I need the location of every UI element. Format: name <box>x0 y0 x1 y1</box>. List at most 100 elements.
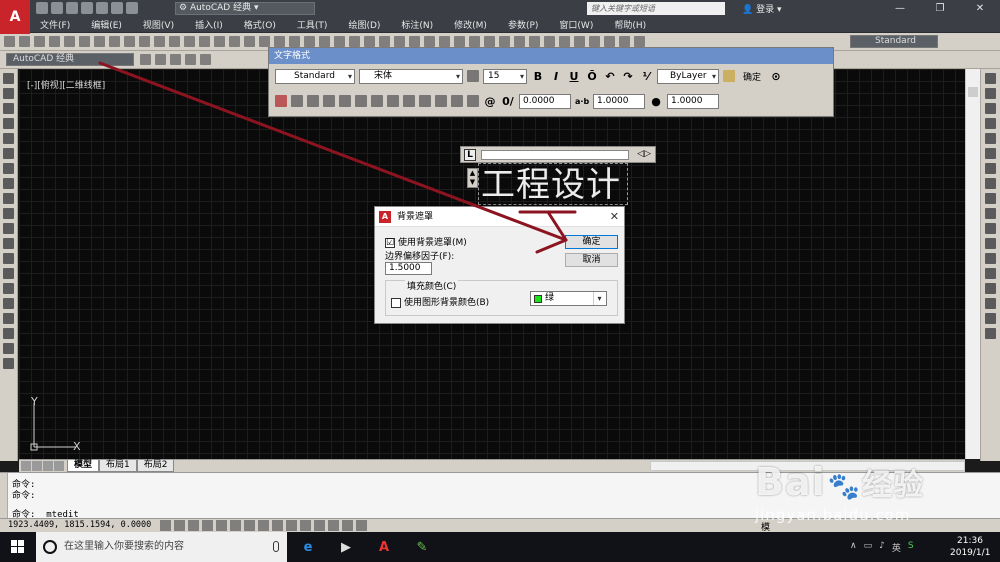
publish-icon[interactable] <box>79 36 90 47</box>
save-file-icon[interactable] <box>34 36 45 47</box>
network-icon[interactable]: ▭ <box>864 541 873 554</box>
undo-icon-2[interactable] <box>484 36 495 47</box>
options-icon[interactable]: ⊙ <box>769 70 783 83</box>
blend-icon[interactable] <box>985 313 996 324</box>
use-bg-color-checkbox[interactable]: 使用图形背景颜色(B) <box>391 295 489 308</box>
ime-icon[interactable]: 英 <box>892 541 901 554</box>
edge-icon[interactable]: e <box>296 537 320 557</box>
tray-expand-icon[interactable]: ∧ <box>850 541 857 554</box>
use-mask-check-icon[interactable]: ☑ <box>385 237 395 248</box>
copy-icon-2[interactable] <box>454 36 465 47</box>
design-center-icon-2[interactable] <box>574 36 585 47</box>
viewport-controls[interactable]: [-][俯视][二维线框] <box>27 78 105 91</box>
menu-edit[interactable]: 编辑(E) <box>91 18 122 31</box>
circle-icon[interactable] <box>3 163 14 174</box>
columns-icon[interactable] <box>275 95 287 107</box>
ok-button[interactable]: 确定 <box>565 235 618 249</box>
restore-icon[interactable]: ❐ <box>920 0 960 17</box>
copy-object-icon[interactable] <box>985 88 996 99</box>
region-icon[interactable] <box>3 313 14 324</box>
text-ok-button[interactable]: 确定 <box>739 70 765 83</box>
grid-icon[interactable] <box>188 520 199 531</box>
vertical-scroll-thumb[interactable] <box>968 87 978 97</box>
media-player-icon[interactable]: ▶ <box>334 537 358 557</box>
design-center-icon[interactable] <box>259 36 270 47</box>
redo-icon-2[interactable] <box>499 36 510 47</box>
trim-icon[interactable] <box>985 208 996 219</box>
ruler-bar[interactable] <box>481 150 629 160</box>
zoom-icon[interactable] <box>199 36 210 47</box>
ruler-resize-icon[interactable]: ◁▷ <box>637 149 651 159</box>
zoom-window-icon[interactable] <box>214 36 225 47</box>
save-file-icon-2[interactable] <box>379 36 390 47</box>
autocad-logo-icon[interactable]: A <box>0 0 30 34</box>
symbol-icon[interactable]: @ <box>483 95 497 108</box>
tracking-input[interactable]: 1.0000 <box>593 93 645 109</box>
markup-icon[interactable] <box>304 36 315 47</box>
text-style-select[interactable]: Standard <box>850 35 938 48</box>
revcloud-icon[interactable] <box>3 178 14 189</box>
mtext-editor[interactable]: 工程设计 <box>478 163 628 205</box>
menu-tools[interactable]: 工具(T) <box>297 18 328 31</box>
underline-button[interactable]: U <box>567 70 581 83</box>
match-icon[interactable] <box>139 36 150 47</box>
new-icon[interactable] <box>36 2 48 14</box>
uppercase-icon[interactable] <box>451 95 463 107</box>
line-icon[interactable] <box>3 73 14 84</box>
tab-layout2[interactable]: 布局2 <box>136 460 175 472</box>
point-icon[interactable] <box>3 268 14 279</box>
close-icon[interactable]: ✕ <box>960 0 1000 17</box>
text-color-combo[interactable]: ByLayer <box>657 68 719 84</box>
explode-icon[interactable] <box>985 328 996 339</box>
ducs-icon[interactable] <box>272 520 283 531</box>
break-point-icon[interactable] <box>985 238 996 249</box>
taskbar-clock[interactable]: 21:36 2019/1/1 <box>950 535 990 559</box>
login-button[interactable]: 👤 登录 ▾ <box>742 2 781 15</box>
properties-icon-2[interactable] <box>559 36 570 47</box>
extend-icon[interactable] <box>985 223 996 234</box>
align-right-icon[interactable] <box>355 95 367 107</box>
markup-icon-2[interactable] <box>619 36 630 47</box>
volume-icon[interactable]: ♪ <box>879 541 885 554</box>
undo-icon[interactable] <box>154 36 165 47</box>
use-bg-check-icon[interactable] <box>391 297 401 308</box>
properties-icon[interactable] <box>244 36 255 47</box>
dialog-title-bar[interactable]: A 背景遮罩 ✕ <box>375 207 624 227</box>
publish-icon-2[interactable] <box>424 36 435 47</box>
first-tab-icon[interactable] <box>21 461 31 471</box>
autocad-taskbar-icon[interactable]: A <box>372 537 396 557</box>
pan-icon-2[interactable] <box>514 36 525 47</box>
bold-button[interactable]: B <box>531 70 545 83</box>
tracking-icon[interactable]: a·b <box>575 97 589 106</box>
menu-window[interactable]: 窗口(W) <box>559 18 593 31</box>
redo-icon[interactable] <box>169 36 180 47</box>
cut-icon[interactable] <box>94 36 105 47</box>
oblique-angle-icon[interactable]: 0/ <box>501 95 515 108</box>
menu-draw[interactable]: 绘图(D) <box>348 18 380 31</box>
scale-icon[interactable] <box>985 178 996 189</box>
new-file-icon[interactable] <box>4 36 15 47</box>
menu-help[interactable]: 帮助(H) <box>614 18 646 31</box>
command-window-handle[interactable] <box>0 473 8 519</box>
open-file-icon[interactable] <box>19 36 30 47</box>
windows-start-icon[interactable] <box>11 540 25 554</box>
arc-icon[interactable] <box>3 148 14 159</box>
open-file-icon-2[interactable] <box>364 36 375 47</box>
ruler-icon[interactable] <box>723 70 735 82</box>
mirror-icon[interactable] <box>985 103 996 114</box>
construction-line-icon[interactable] <box>3 88 14 99</box>
workspace-select[interactable]: ⚙ AutoCAD 经典 ▾ <box>175 2 315 15</box>
help-search-input[interactable]: 键入关键字或短语 <box>587 2 725 15</box>
undo-text-icon[interactable]: ↶ <box>603 70 617 83</box>
text-style-combo[interactable]: Standard <box>275 68 355 84</box>
tab-layout1[interactable]: 布局1 <box>99 460 137 472</box>
vertical-scrollbar[interactable] <box>965 69 980 459</box>
osnap-icon[interactable] <box>230 520 241 531</box>
lowercase-icon[interactable] <box>467 95 479 107</box>
zoom-previous-icon[interactable] <box>229 36 240 47</box>
selection-cycling-icon[interactable] <box>342 520 353 531</box>
paragraph-icon[interactable] <box>307 95 319 107</box>
spline-icon[interactable] <box>3 193 14 204</box>
add-selected-icon[interactable] <box>3 358 14 369</box>
tool-palette-icon[interactable] <box>274 36 285 47</box>
